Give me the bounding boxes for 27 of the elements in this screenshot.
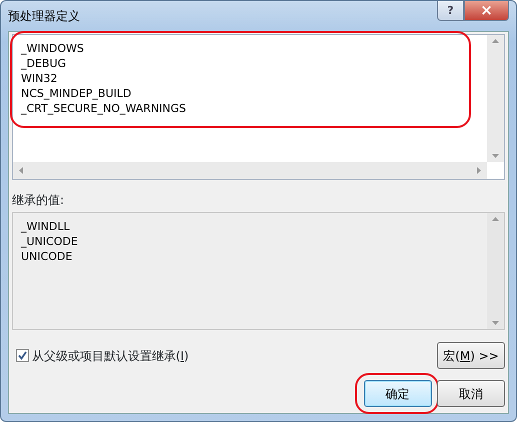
definition-line: WIN32 (21, 71, 58, 86)
checkmark-icon (18, 351, 27, 360)
inherited-value: _UNICODE (21, 234, 78, 249)
definition-line: NCS_MINDEP_BUILD (21, 86, 132, 101)
checkbox[interactable] (16, 349, 29, 362)
vertical-scrollbar[interactable] (487, 35, 504, 162)
definition-line: _DEBUG (21, 56, 66, 71)
definitions-field[interactable]: _WINDOWS _DEBUG WIN32 NCS_MINDEP_BUILD _CRT_SECURE_NO_WARNINGS (12, 34, 505, 180)
cancel-button[interactable]: 取消 (437, 380, 505, 407)
macro-button[interactable]: 宏(M) >> (437, 342, 505, 369)
inherited-value: _WINDLL (21, 218, 70, 234)
field-label: 继承的值: (12, 192, 64, 209)
scroll-up-icon[interactable] (492, 39, 499, 43)
help-button[interactable]: ? (437, 1, 464, 21)
scroll-up-icon[interactable] (492, 216, 499, 221)
vertical-scrollbar[interactable] (487, 212, 504, 329)
ok-button[interactable]: 确定 (364, 380, 432, 407)
definition-line: _CRT_SECURE_NO_WARNINGS (21, 101, 186, 116)
window-title: 预处理器定义 (8, 8, 80, 25)
scroll-right-icon[interactable] (477, 167, 481, 174)
inherit-checkbox[interactable]: 从父级或项目默认设置继承(I) (16, 346, 189, 364)
inherited-value: UNICODE (21, 248, 72, 264)
scroll-down-icon[interactable] (492, 154, 499, 158)
horizontal-scrollbar[interactable] (13, 162, 487, 179)
scroll-down-icon[interactable] (492, 320, 499, 325)
definition-line: _WINDOWS (21, 41, 84, 56)
scroll-left-icon[interactable] (19, 167, 23, 174)
